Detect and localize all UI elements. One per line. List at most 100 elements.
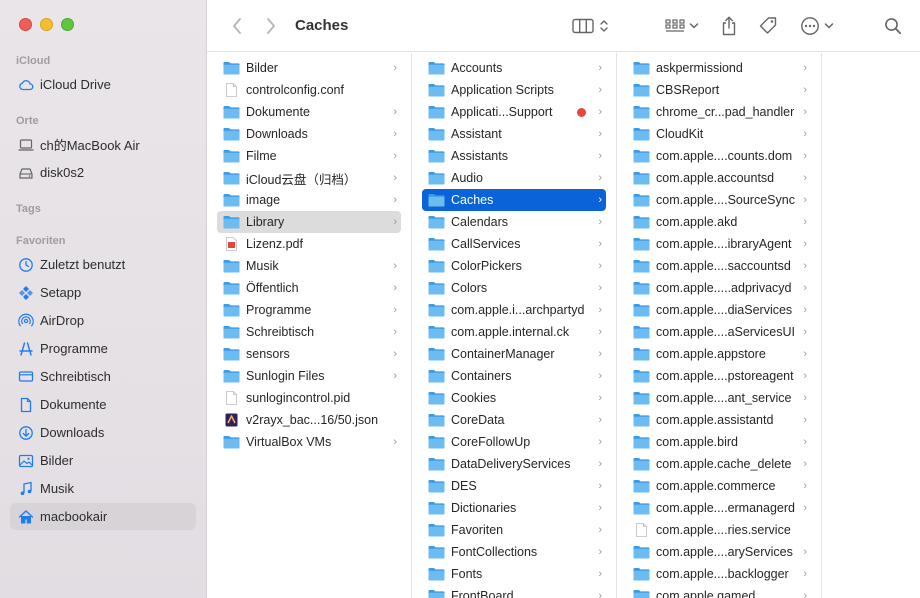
list-item[interactable]: CBSReport ›: [627, 79, 811, 101]
list-item[interactable]: Colors ›: [422, 277, 606, 299]
list-item[interactable]: com.apple.appstore ›: [627, 343, 811, 365]
sidebar-item-setapp[interactable]: Setapp: [10, 279, 196, 306]
list-item[interactable]: Fonts ›: [422, 563, 606, 585]
chevron-right-icon: ›: [598, 436, 602, 448]
list-item[interactable]: CoreFollowUp ›: [422, 431, 606, 453]
sidebar-item-zuletzt-benutzt[interactable]: Zuletzt benutzt: [10, 251, 196, 278]
list-item[interactable]: v2rayx_bac...16/50.json: [217, 409, 401, 431]
list-item[interactable]: controlconfig.conf: [217, 79, 401, 101]
list-item[interactable]: com.apple.bird ›: [627, 431, 811, 453]
list-item[interactable]: com.apple....counts.dom ›: [627, 145, 811, 167]
list-item[interactable]: Dictionaries ›: [422, 497, 606, 519]
list-item[interactable]: com.apple....SourceSync ›: [627, 189, 811, 211]
list-item[interactable]: Öffentlich ›: [217, 277, 401, 299]
forward-button[interactable]: [261, 14, 281, 38]
list-item-label: sunlogincontrol.pid: [246, 391, 351, 405]
list-item[interactable]: com.apple.....adprivacyd ›: [627, 277, 811, 299]
list-item[interactable]: com.apple.accountsd ›: [627, 167, 811, 189]
list-item[interactable]: Downloads ›: [217, 123, 401, 145]
list-item[interactable]: Lizenz.pdf: [217, 233, 401, 255]
list-item[interactable]: com.apple.assistantd ›: [627, 409, 811, 431]
more-actions-button[interactable]: [799, 14, 835, 38]
sidebar-item-icloud-drive[interactable]: iCloud Drive: [10, 71, 196, 98]
list-item[interactable]: DataDeliveryServices ›: [422, 453, 606, 475]
list-item[interactable]: DES ›: [422, 475, 606, 497]
list-item[interactable]: FrontBoard ›: [422, 585, 606, 598]
list-item[interactable]: Favoriten ›: [422, 519, 606, 541]
list-item[interactable]: Applicati...Support ›: [422, 101, 606, 123]
list-item[interactable]: image ›: [217, 189, 401, 211]
list-item[interactable]: com.apple....ant_service ›: [627, 387, 811, 409]
sidebar-item-ch-macbook-air[interactable]: ch的MacBook Air: [10, 131, 196, 158]
search-button[interactable]: [883, 14, 903, 38]
list-item[interactable]: Sunlogin Files ›: [217, 365, 401, 387]
close-window-button[interactable]: [19, 18, 32, 31]
zoom-window-button[interactable]: [61, 18, 74, 31]
list-item[interactable]: Dokumente ›: [217, 101, 401, 123]
view-mode-button[interactable]: [569, 14, 611, 38]
list-item[interactable]: Containers ›: [422, 365, 606, 387]
back-button[interactable]: [227, 14, 247, 38]
list-item[interactable]: com.apple....aServicesUI ›: [627, 321, 811, 343]
list-item[interactable]: Calendars ›: [422, 211, 606, 233]
list-item[interactable]: com.apple....pstoreagent ›: [627, 365, 811, 387]
sidebar-item-macbookair[interactable]: macbookair: [10, 503, 196, 530]
sidebar-item-airdrop[interactable]: AirDrop: [10, 307, 196, 334]
list-item[interactable]: Assistants ›: [422, 145, 606, 167]
list-item[interactable]: sunlogincontrol.pid: [217, 387, 401, 409]
list-item-label: com.apple.cache_delete: [656, 457, 792, 471]
list-item[interactable]: com.apple.gamed ›: [627, 585, 811, 598]
list-item[interactable]: Filme ›: [217, 145, 401, 167]
list-item[interactable]: Accounts ›: [422, 57, 606, 79]
list-item[interactable]: com.apple....ries.service: [627, 519, 811, 541]
group-button[interactable]: [663, 14, 701, 38]
list-item[interactable]: com.apple....diaServices ›: [627, 299, 811, 321]
list-item[interactable]: com.apple.i...archpartyd ›: [422, 299, 606, 321]
sidebar-item-disk0s2[interactable]: disk0s2: [10, 159, 196, 186]
list-item[interactable]: askpermissiond ›: [627, 57, 811, 79]
column-home[interactable]: Bilder › controlconfig.conf Dokumente › Downl…: [207, 53, 412, 598]
sidebar-item-schreibtisch[interactable]: Schreibtisch: [10, 363, 196, 390]
list-item[interactable]: Assistant ›: [422, 123, 606, 145]
list-item[interactable]: com.apple....aryServices ›: [627, 541, 811, 563]
list-item[interactable]: FontCollections ›: [422, 541, 606, 563]
list-item[interactable]: Musik ›: [217, 255, 401, 277]
list-item[interactable]: Audio ›: [422, 167, 606, 189]
list-item-label: DES: [451, 479, 477, 493]
tag-button[interactable]: [757, 14, 779, 38]
list-item[interactable]: com.apple....backlogger ›: [627, 563, 811, 585]
column-library[interactable]: Accounts › Application Scripts › Applicati..…: [412, 53, 617, 598]
sidebar-item-downloads[interactable]: Downloads: [10, 419, 196, 446]
list-item[interactable]: ColorPickers ›: [422, 255, 606, 277]
list-item[interactable]: CloudKit ›: [627, 123, 811, 145]
list-item[interactable]: ContainerManager ›: [422, 343, 606, 365]
list-item[interactable]: com.apple....ermanagerd ›: [627, 497, 811, 519]
list-item[interactable]: CallServices ›: [422, 233, 606, 255]
list-item[interactable]: iCloud云盘（归档） ›: [217, 167, 401, 189]
list-item[interactable]: com.apple....ibraryAgent ›: [627, 233, 811, 255]
list-item[interactable]: com.apple.internal.ck ›: [422, 321, 606, 343]
minimize-window-button[interactable]: [40, 18, 53, 31]
sidebar-item-musik[interactable]: Musik: [10, 475, 196, 502]
list-item[interactable]: com.apple....saccountsd ›: [627, 255, 811, 277]
list-item[interactable]: VirtualBox VMs ›: [217, 431, 401, 453]
list-item[interactable]: com.apple.cache_delete ›: [627, 453, 811, 475]
list-item[interactable]: Schreibtisch ›: [217, 321, 401, 343]
list-item[interactable]: com.apple.akd ›: [627, 211, 811, 233]
list-item[interactable]: sensors ›: [217, 343, 401, 365]
list-item[interactable]: Cookies ›: [422, 387, 606, 409]
list-item[interactable]: Bilder ›: [217, 57, 401, 79]
list-item[interactable]: Programme ›: [217, 299, 401, 321]
sidebar-item-bilder[interactable]: Bilder: [10, 447, 196, 474]
list-item[interactable]: chrome_cr...pad_handler ›: [627, 101, 811, 123]
list-item[interactable]: CoreData ›: [422, 409, 606, 431]
list-item[interactable]: com.apple.commerce ›: [627, 475, 811, 497]
chevron-right-icon: ›: [393, 348, 397, 360]
sidebar-item-dokumente[interactable]: Dokumente: [10, 391, 196, 418]
list-item[interactable]: Library ›: [217, 211, 401, 233]
list-item[interactable]: Caches ›: [422, 189, 606, 211]
sidebar-item-programme[interactable]: Programme: [10, 335, 196, 362]
column-caches[interactable]: askpermissiond › CBSReport › chrome_cr...pad…: [617, 53, 822, 598]
list-item[interactable]: Application Scripts ›: [422, 79, 606, 101]
share-button[interactable]: [719, 14, 739, 38]
